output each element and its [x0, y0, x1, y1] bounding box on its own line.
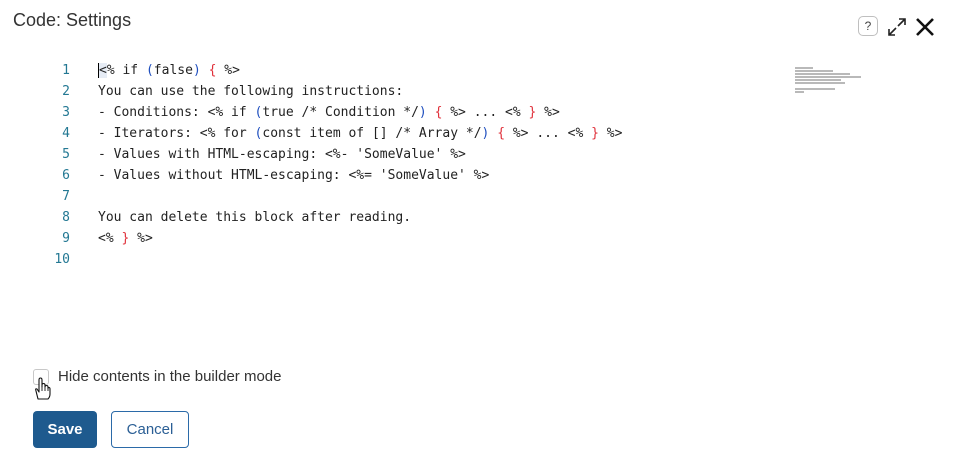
- editor-minimap[interactable]: [795, 67, 865, 97]
- save-button[interactable]: Save: [33, 411, 97, 448]
- expand-icon[interactable]: [886, 16, 908, 38]
- dialog-toolbar: ?: [858, 16, 934, 36]
- dialog-title: Code: Settings: [13, 10, 132, 30]
- hand-cursor-icon: [35, 377, 51, 400]
- close-icon[interactable]: [915, 17, 935, 37]
- line-number: 8: [62, 210, 70, 225]
- line-number: 7: [62, 189, 70, 204]
- code-text[interactable]: - Conditions: <% if (true /* Condition *…: [98, 102, 560, 123]
- help-icon[interactable]: ?: [858, 16, 878, 36]
- line-number: 3: [62, 105, 70, 120]
- hide-contents-option[interactable]: Hide contents in the builder mode: [33, 368, 281, 385]
- line-number: 10: [54, 252, 70, 267]
- line-number: 6: [62, 168, 70, 183]
- code-text[interactable]: - Values without HTML-escaping: <%= 'Som…: [98, 165, 489, 186]
- text-cursor: <: [98, 63, 107, 78]
- code-text[interactable]: You can delete this block after reading.: [98, 207, 411, 228]
- line-number: 9: [62, 231, 70, 246]
- hide-contents-label: Hide contents in the builder mode: [58, 368, 282, 385]
- cancel-button[interactable]: Cancel: [111, 411, 189, 448]
- line-number: 1: [62, 63, 70, 78]
- line-number: 4: [62, 126, 70, 141]
- code-editor[interactable]: 1 <% if (false) { %> 2 You can use the foll…: [0, 60, 953, 300]
- code-text[interactable]: You can use the following instructions:: [98, 81, 403, 102]
- code-text[interactable]: - Iterators: <% for (const item of [] /*…: [98, 123, 622, 144]
- code-text[interactable]: <% } %>: [98, 228, 153, 249]
- code-text[interactable]: - Values with HTML-escaping: <%- 'SomeVa…: [98, 144, 466, 165]
- code-text[interactable]: <% if (false) { %>: [98, 60, 240, 81]
- line-number: 2: [62, 84, 70, 99]
- line-number: 5: [62, 147, 70, 162]
